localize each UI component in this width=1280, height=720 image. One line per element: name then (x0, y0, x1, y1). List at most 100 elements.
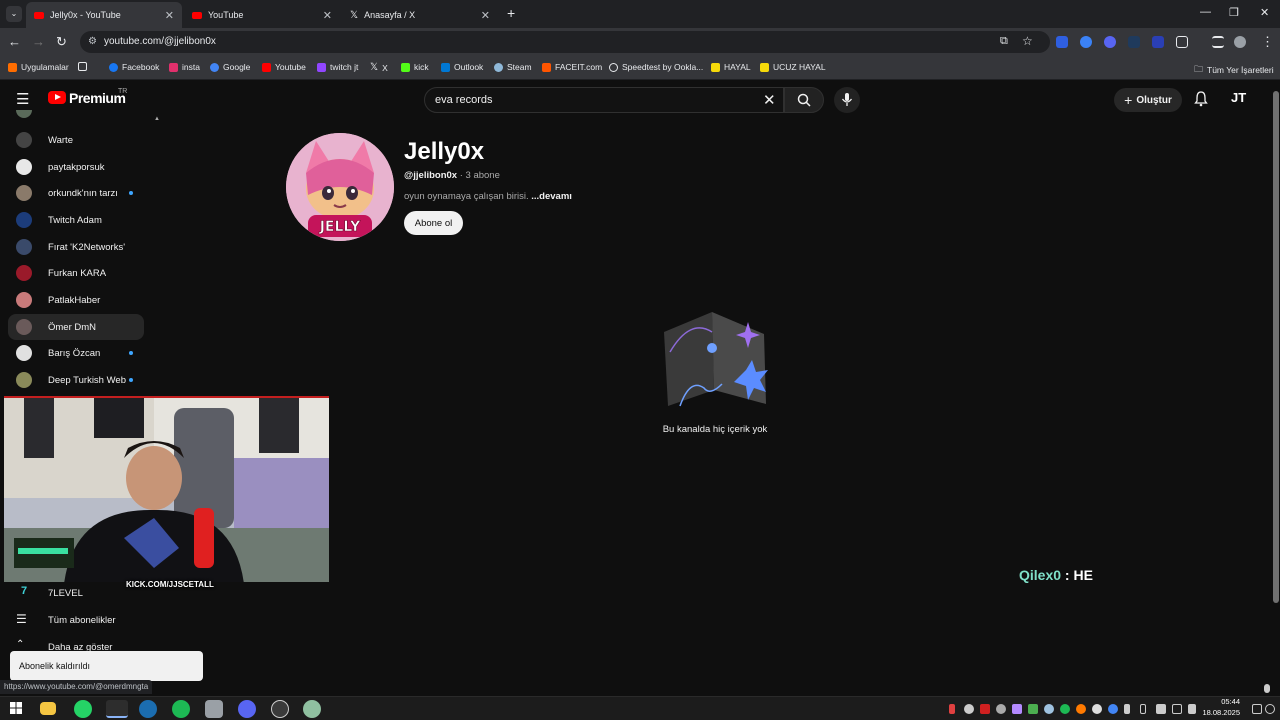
bookmark-x[interactable]: 𝕏X (370, 62, 388, 73)
tray-red-icon[interactable] (980, 704, 990, 714)
youtube-premium-logo[interactable]: Premium (69, 90, 126, 106)
hamburger-menu-icon[interactable]: ☰ (16, 90, 29, 108)
tab-x[interactable]: 𝕏 Anasayfa / X ✕ (342, 2, 498, 28)
minimize-icon[interactable]: — (1200, 6, 1211, 18)
bookmark-insta[interactable]: insta (169, 62, 200, 72)
bookmark-outlook[interactable]: Outlook (441, 62, 483, 72)
bookmark-google[interactable]: Google (210, 62, 250, 72)
bookmark-youtube[interactable]: Youtube (262, 62, 306, 72)
tray-wifi-icon[interactable] (1172, 704, 1182, 714)
search-input[interactable]: eva records ✕ (424, 87, 784, 113)
extension-audio-icon[interactable] (1056, 36, 1068, 48)
app-icon-2[interactable] (303, 700, 321, 718)
search-value[interactable]: eva records (435, 94, 492, 106)
tray-mic-icon[interactable] (949, 704, 955, 714)
bookmark-steam[interactable]: Steam (494, 62, 532, 72)
sidebar-item-baris-ozcan[interactable]: Barış Özcan (8, 340, 144, 366)
taskbar-time[interactable]: 05:44 (1206, 697, 1240, 706)
steam-taskbar-icon[interactable] (139, 700, 157, 718)
all-bookmarks[interactable]: 🗀 Tüm Yer İşaretleri (1194, 62, 1274, 78)
subscribe-button[interactable]: Abone ol (404, 211, 463, 235)
bookmark-grid[interactable] (78, 62, 91, 71)
bookmark-ucuz-hayal[interactable]: UCUZ HAYAL (760, 62, 826, 72)
back-icon[interactable]: ← (8, 34, 21, 49)
more-link[interactable]: ...devamı (531, 191, 572, 202)
sidebar-item-paytakporsuk[interactable]: paytakporsuk (8, 154, 144, 180)
sidebar-item-omer-dmn[interactable]: Ömer DmN (8, 314, 144, 340)
tray-chrome-icon[interactable] (1108, 704, 1118, 714)
url-text[interactable]: youtube.com/@jjelibon0x (104, 36, 216, 47)
sidebar-item-all-subscriptions[interactable]: ☰ Tüm abonelikler (8, 607, 144, 633)
bookmark-facebook[interactable]: Facebook (109, 62, 159, 72)
close-tab-icon[interactable]: ✕ (481, 9, 490, 22)
tray-steam-icon[interactable] (1044, 704, 1054, 714)
whatsapp-icon[interactable] (74, 700, 92, 718)
sidebar-item-orkundk[interactable]: orkundk'nın tarzı (8, 180, 144, 206)
profile-avatar-icon[interactable] (1234, 36, 1246, 48)
sidebar-item-deep-turkish-web[interactable]: Deep Turkish Web (8, 367, 144, 393)
reading-list-icon[interactable] (1212, 36, 1224, 48)
tray-icon-6[interactable] (1028, 704, 1038, 714)
install-app-icon[interactable]: ⧉ (1000, 35, 1008, 48)
tray-headset-icon[interactable] (964, 704, 974, 714)
reload-icon[interactable]: ↻ (56, 34, 67, 50)
close-tab-icon[interactable]: ✕ (323, 9, 332, 22)
account-avatar[interactable]: JT (1231, 90, 1246, 105)
bookmark-twitch[interactable]: twitch jt (317, 62, 358, 72)
app-icon[interactable] (205, 700, 223, 718)
tray-icon-10[interactable] (1092, 704, 1102, 714)
address-bar[interactable]: ⚙ youtube.com/@jjelibon0x ⧉ ☆ (80, 31, 1050, 53)
close-tab-icon[interactable]: ✕ (165, 9, 174, 22)
extension-discord-icon[interactable] (1104, 36, 1116, 48)
sidebar-item-furkan-kara[interactable]: Furkan KARA (8, 260, 144, 286)
bookmark-hayal[interactable]: HAYAL (711, 62, 751, 72)
notification-center-icon[interactable] (1252, 704, 1262, 714)
discord-icon[interactable] (238, 700, 256, 718)
tray-network-icon[interactable] (1156, 704, 1166, 714)
youtube-logo-icon[interactable] (48, 91, 66, 104)
notifications-bell-icon[interactable] (1194, 91, 1208, 107)
windows-start-icon[interactable] (10, 702, 22, 714)
extension-shield-icon[interactable] (1080, 36, 1092, 48)
keyboard-mic-indicator-icon[interactable] (1264, 684, 1270, 693)
extension-blue-icon[interactable] (1152, 36, 1164, 48)
browser-menu-icon[interactable]: ⋮ (1261, 34, 1274, 50)
extensions-puzzle-icon[interactable] (1176, 36, 1188, 48)
page-scrollbar[interactable] (1272, 81, 1280, 697)
channel-avatar-image[interactable]: JELLY (286, 133, 394, 241)
bookmark-speedtest[interactable]: Speedtest by Ookla... (609, 62, 703, 72)
clear-search-icon[interactable]: ✕ (763, 91, 776, 109)
sidebar-item-patlakhaber[interactable]: PatlakHaber (8, 287, 144, 313)
sidebar-scroll-arrow-icon[interactable]: ▲ (154, 116, 160, 122)
search-button[interactable] (784, 87, 824, 113)
tray-battery-icon[interactable] (1140, 704, 1146, 714)
tray-spotify-icon[interactable] (1060, 704, 1070, 714)
bookmark-star-icon[interactable]: ☆ (1022, 34, 1033, 48)
file-explorer-icon[interactable] (40, 702, 56, 715)
site-info-icon[interactable]: ⚙ (88, 36, 97, 47)
tray-icon-5[interactable] (1012, 704, 1022, 714)
sidebar-item-twitch-adam[interactable]: Twitch Adam (8, 207, 144, 233)
chrome-icon[interactable] (106, 700, 128, 718)
extension-translate-icon[interactable] (1128, 36, 1140, 48)
bookmark-faceit[interactable]: FACEIT.com (542, 62, 602, 72)
tray-clock-icon[interactable] (1265, 704, 1275, 714)
close-window-icon[interactable]: ✕ (1260, 6, 1269, 19)
tray-volume-icon[interactable] (1188, 704, 1196, 714)
voice-search-button[interactable] (834, 87, 860, 113)
tray-icon-4[interactable] (996, 704, 1006, 714)
create-button[interactable]: + Oluştur (1114, 88, 1182, 112)
tray-icon-12[interactable] (1124, 704, 1130, 714)
sidebar-item-7level[interactable]: 7 7LEVEL (8, 580, 144, 606)
bookmark-apps[interactable]: Uygulamalar (8, 62, 69, 72)
tab-youtube[interactable]: YouTube ✕ (184, 2, 340, 28)
new-tab-button[interactable]: + (507, 5, 515, 21)
obs-icon[interactable] (271, 700, 289, 718)
tray-icon-9[interactable] (1076, 704, 1086, 714)
sidebar-item-warte[interactable]: Warte (8, 127, 144, 153)
tab-jelly0x[interactable]: Jelly0x - YouTube ✕ (26, 2, 182, 28)
scrollbar-thumb[interactable] (1273, 91, 1279, 603)
sidebar-item-firat[interactable]: Fırat 'K2Networks' (8, 234, 144, 260)
tab-search-button[interactable]: ⌄ (6, 6, 22, 22)
channel-description[interactable]: oyun oynamaya çalışan birisi. ...devamı (404, 191, 572, 202)
